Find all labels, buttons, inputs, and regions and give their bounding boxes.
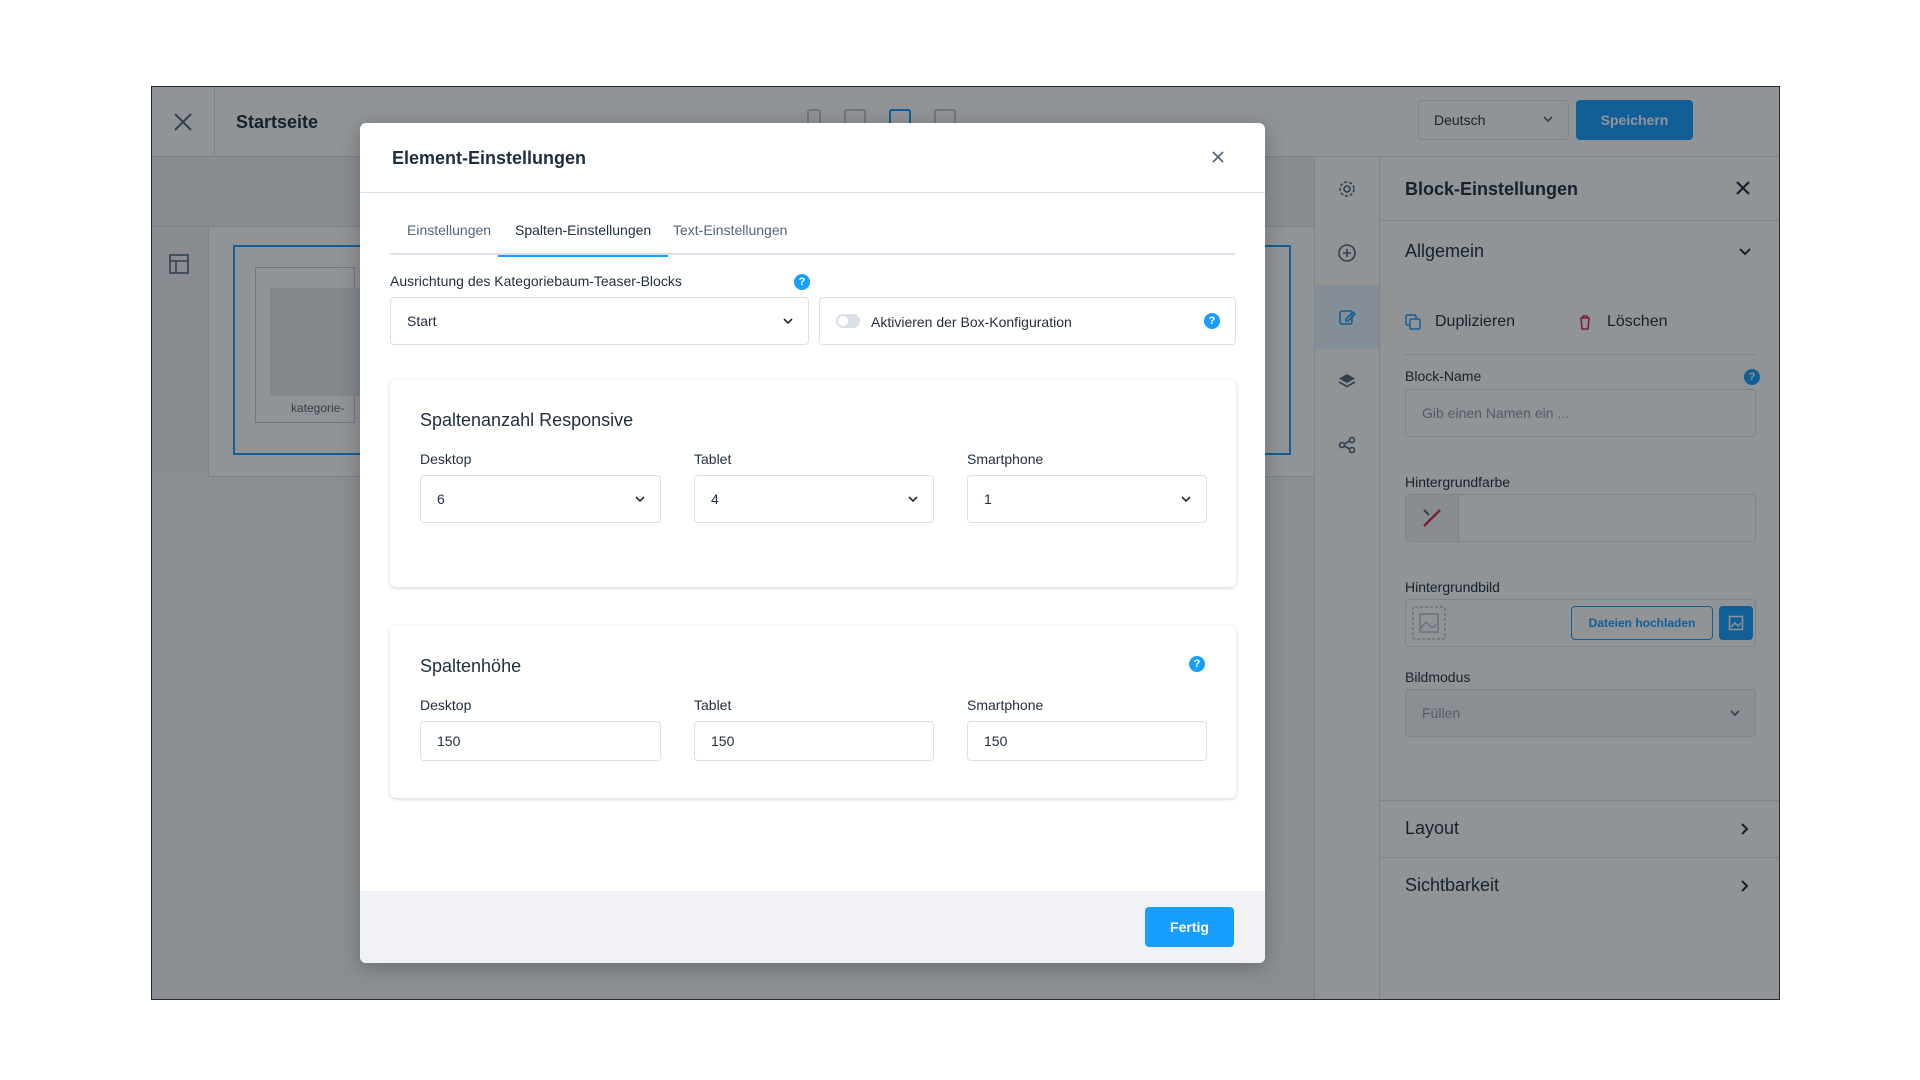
box-config-label: Aktivieren der Box-Konfiguration xyxy=(871,314,1072,330)
element-settings-modal: Element-Einstellungen Einstellungen Spal… xyxy=(360,123,1265,963)
tab-column-settings[interactable]: Spalten-Einstellungen xyxy=(498,217,669,257)
column-desktop-value: 6 xyxy=(437,491,445,507)
height-desktop-input[interactable]: 150 xyxy=(420,721,661,761)
box-config-toggle[interactable] xyxy=(836,314,860,328)
box-config-field: Aktivieren der Box-Konfiguration ? xyxy=(819,297,1236,345)
modal-title: Element-Einstellungen xyxy=(392,148,587,168)
height-desktop-label: Desktop xyxy=(420,697,472,713)
help-icon[interactable]: ? xyxy=(1204,313,1220,329)
alignment-label: Ausrichtung des Kategoriebaum-Teaser-Blo… xyxy=(390,273,682,289)
close-icon[interactable] xyxy=(1212,151,1224,163)
tab-text-settings[interactable]: Text-Einstellungen xyxy=(656,217,804,255)
column-smartphone-value: 1 xyxy=(984,491,992,507)
modal-footer: Fertig xyxy=(360,891,1265,963)
column-tablet-value: 4 xyxy=(711,491,719,507)
done-button[interactable]: Fertig xyxy=(1145,907,1234,947)
column-smartphone-label: Smartphone xyxy=(967,451,1044,467)
column-height-title: Spaltenhöhe xyxy=(420,656,522,676)
modal-header: Element-Einstellungen xyxy=(360,123,1265,193)
tab-settings[interactable]: Einstellungen xyxy=(390,217,508,255)
chevron-down-icon xyxy=(1181,496,1191,503)
height-tablet-input[interactable]: 150 xyxy=(694,721,934,761)
column-count-title: Spaltenanzahl Responsive xyxy=(420,410,634,430)
column-desktop-label: Desktop xyxy=(420,451,472,467)
chevron-down-icon xyxy=(908,496,918,503)
modal-tabs: Einstellungen Spalten-Einstellungen Text… xyxy=(390,217,1235,257)
help-icon[interactable]: ? xyxy=(1189,656,1205,672)
column-smartphone-select[interactable]: 1 xyxy=(967,475,1207,523)
column-tablet-label: Tablet xyxy=(694,451,732,467)
column-height-card: Spaltenhöhe ? Desktop 150 Tablet 150 Sma… xyxy=(390,626,1236,798)
alignment-select-value: Start xyxy=(407,313,437,329)
height-tablet-label: Tablet xyxy=(694,697,732,713)
chevron-down-icon xyxy=(635,496,645,503)
chevron-down-icon xyxy=(783,318,793,325)
alignment-select[interactable]: Start xyxy=(390,297,809,345)
column-tablet-select[interactable]: 4 xyxy=(694,475,934,523)
column-desktop-select[interactable]: 6 xyxy=(420,475,661,523)
height-smartphone-input[interactable]: 150 xyxy=(967,721,1207,761)
column-count-card: Spaltenanzahl Responsive Desktop 6 Table… xyxy=(390,380,1236,587)
help-icon[interactable]: ? xyxy=(794,274,810,290)
height-smartphone-label: Smartphone xyxy=(967,697,1044,713)
